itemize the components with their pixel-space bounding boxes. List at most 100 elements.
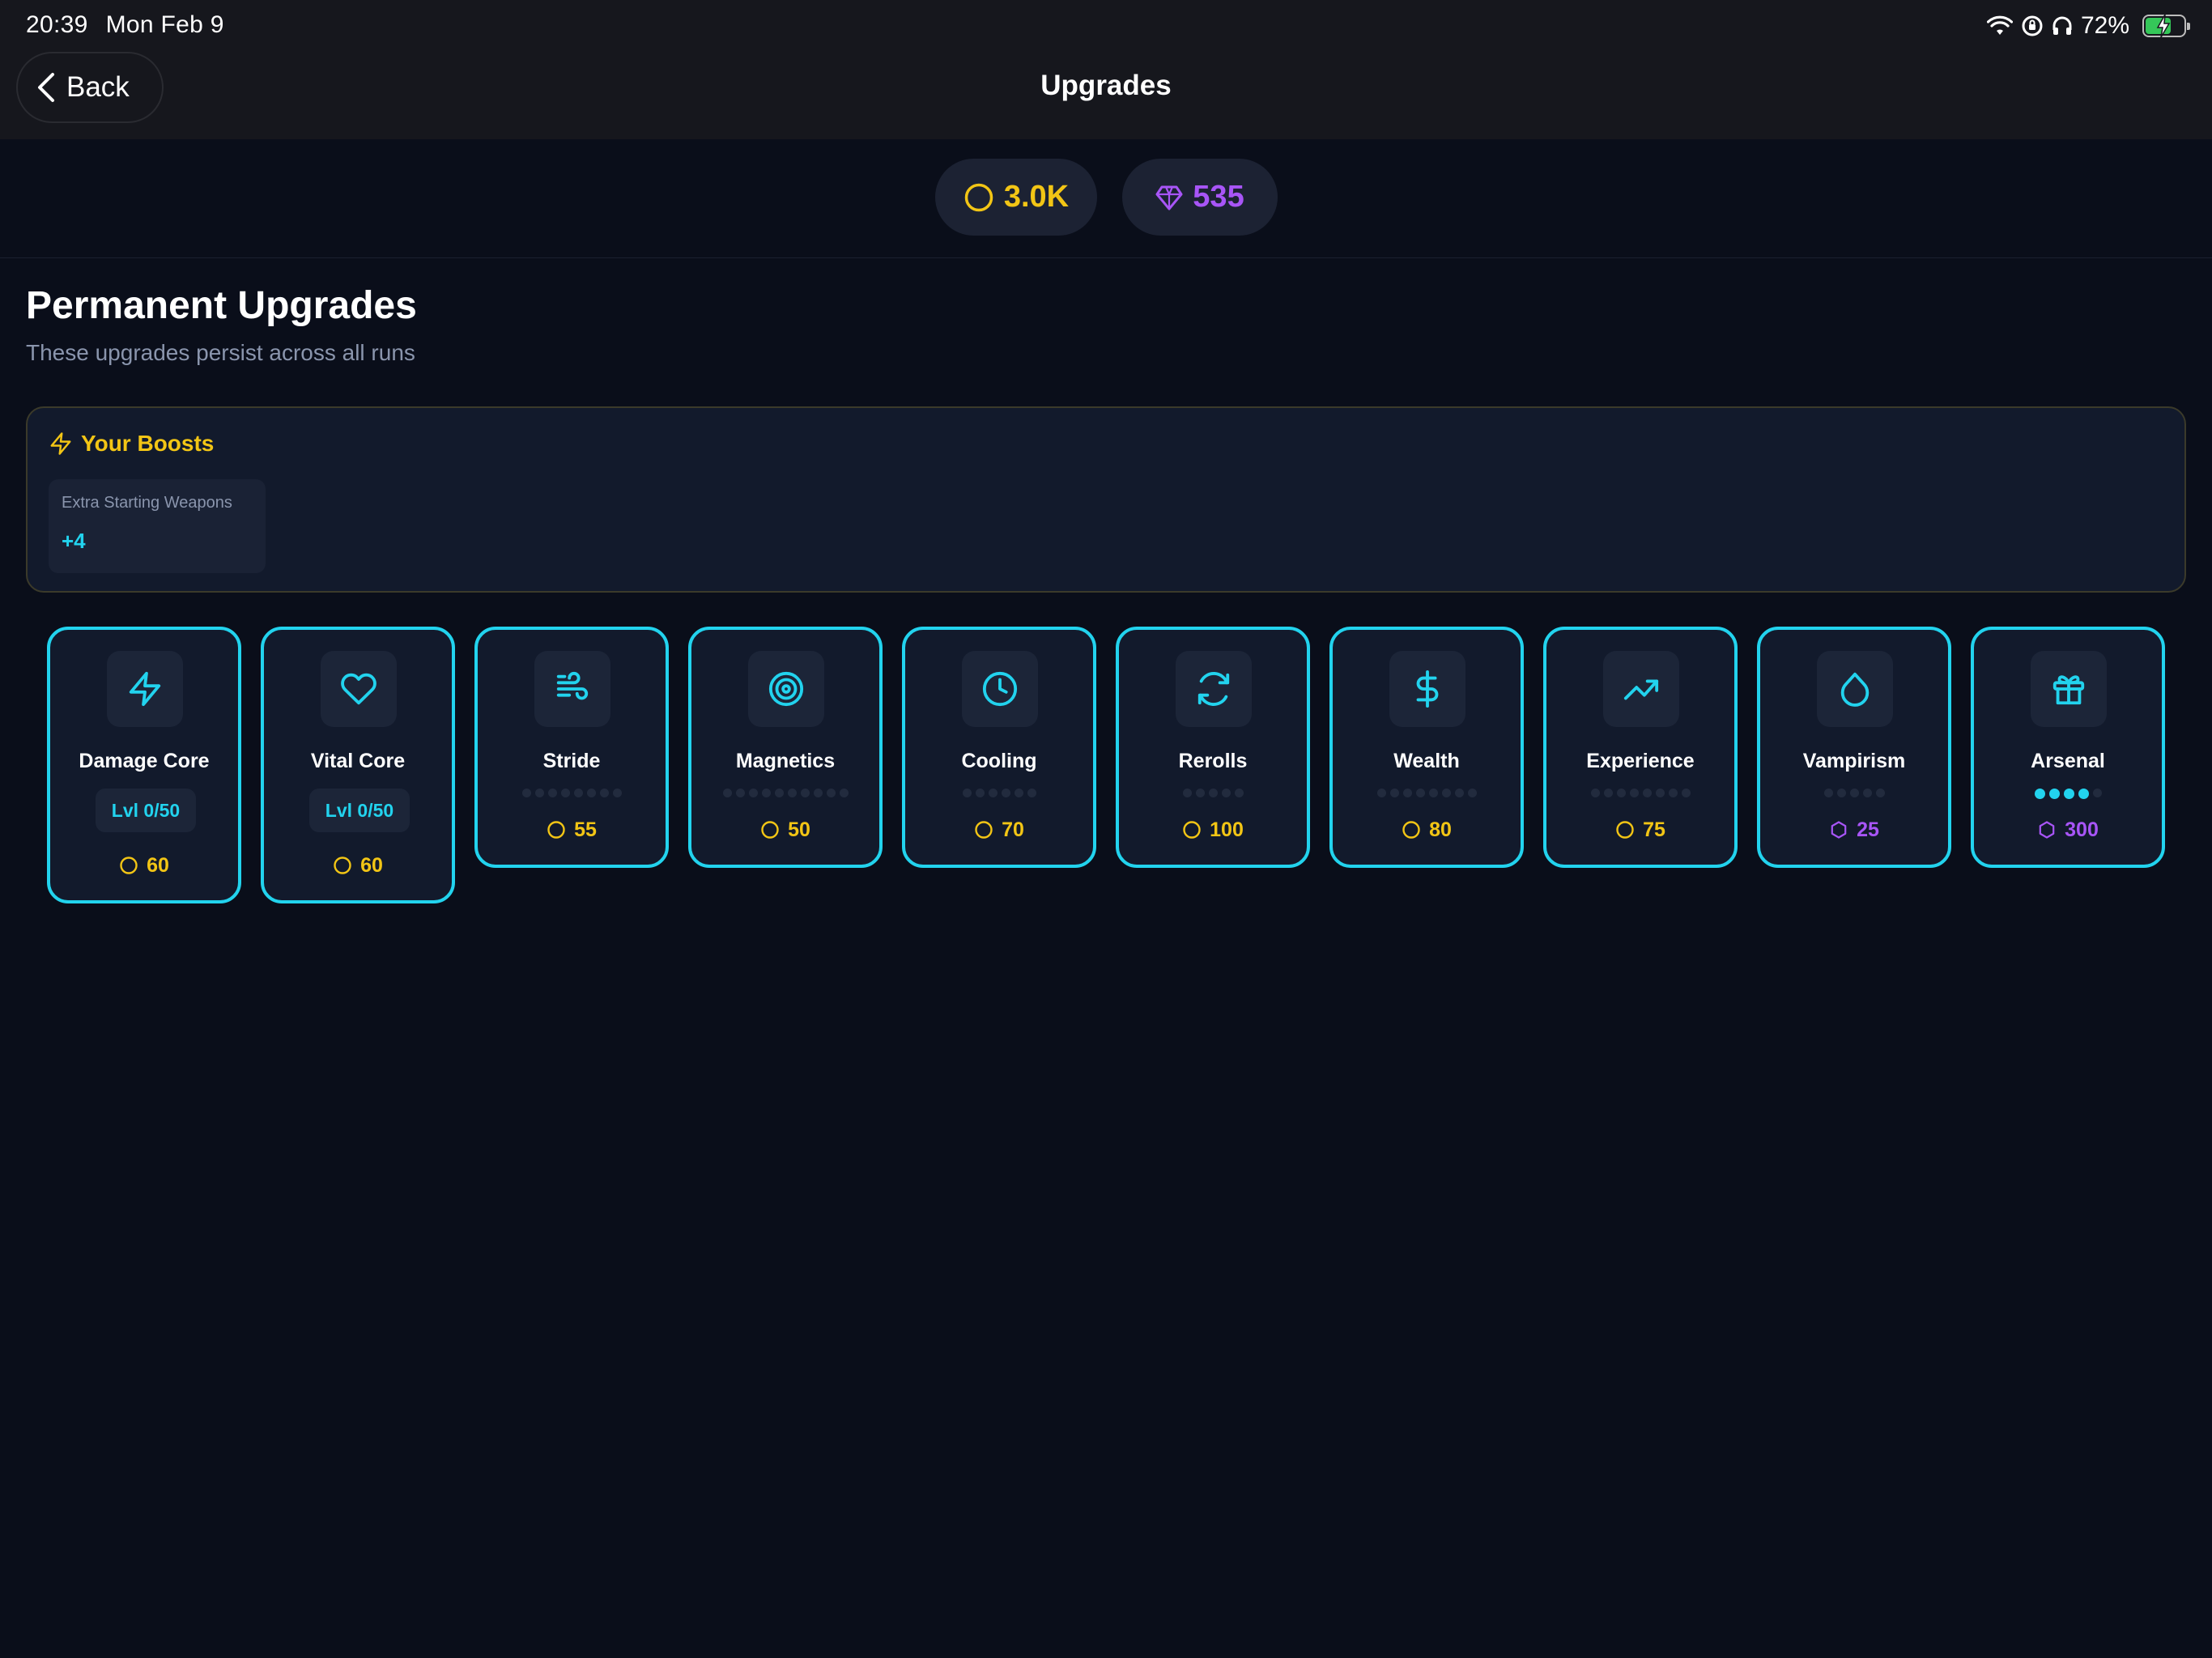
upgrade-card-magnetics[interactable]: Magnetics 50: [688, 627, 883, 868]
progress-dot: [962, 789, 972, 797]
upgrade-progress-dots: [1119, 789, 1307, 798]
progress-dot: [560, 789, 570, 797]
upgrade-name: Magnetics: [735, 750, 836, 772]
progress-dot: [1221, 789, 1231, 797]
upgrade-name: Stride: [542, 750, 601, 772]
progress-dot: [2034, 789, 2045, 799]
progress-dot: [1182, 789, 1192, 797]
upgrade-card-experience[interactable]: Experience 75: [1543, 627, 1738, 868]
upgrade-cost-value: 60: [147, 853, 169, 877]
progress-dot: [826, 789, 836, 797]
progress-dot: [800, 789, 810, 797]
app-root: 20:39 Mon Feb 9 72% Back Upgrades 3.0K 5…: [0, 0, 2212, 1658]
upgrade-name: Vital Core: [310, 750, 406, 772]
progress-dot: [1655, 789, 1665, 797]
coin-icon: [761, 821, 779, 839]
upgrade-icon-box: [1389, 651, 1465, 727]
upgrade-card-damage-core[interactable]: Damage Core Lvl 0/50 60: [47, 627, 241, 903]
upgrade-icon-box: [1817, 651, 1893, 727]
coin-icon: [120, 857, 138, 874]
upgrade-card-vital-core[interactable]: Vital Core Lvl 0/50 60: [261, 627, 455, 903]
upgrade-cost-value: 55: [574, 818, 597, 841]
progress-dot: [813, 789, 823, 797]
boost-chip: Extra Starting Weapons +4: [49, 479, 266, 573]
progress-dot: [1823, 789, 1833, 797]
currency-bar: 3.0K 535: [0, 139, 2212, 258]
upgrade-progress-dots: [478, 789, 666, 798]
progress-dot: [735, 789, 745, 797]
upgrade-card-arsenal[interactable]: Arsenal 300: [1971, 627, 2165, 868]
hexagon-gem-icon: [2039, 821, 2055, 839]
top-bar: 20:39 Mon Feb 9 72% Back Upgrades: [0, 0, 2212, 139]
coin-icon: [1183, 821, 1201, 839]
progress-dot: [1001, 789, 1010, 797]
upgrade-cost: 100: [1119, 816, 1307, 844]
refresh-icon: [1197, 672, 1230, 706]
progress-dot: [1681, 789, 1691, 797]
section-title: Permanent Upgrades: [26, 284, 417, 327]
upgrade-card-vampirism[interactable]: Vampirism 25: [1757, 627, 1951, 868]
upgrade-cost-value: 100: [1210, 818, 1244, 841]
progress-dot: [1428, 789, 1438, 797]
bolt-icon: [50, 432, 71, 455]
battery-icon: [2142, 14, 2190, 38]
upgrade-cost: 60: [50, 852, 238, 879]
upgrade-cost-value: 50: [788, 818, 810, 841]
wifi-icon: [1986, 15, 2013, 35]
upgrade-cost: 60: [264, 852, 452, 879]
upgrade-card-stride[interactable]: Stride 55: [474, 627, 669, 868]
upgrade-card-rerolls[interactable]: Rerolls 100: [1116, 627, 1310, 868]
upgrade-icon-box: [321, 651, 397, 727]
progress-dot: [2078, 789, 2089, 799]
progress-dot: [748, 789, 758, 797]
progress-dot: [2048, 789, 2060, 799]
progress-dot: [722, 789, 732, 797]
droplet-icon: [1840, 672, 1870, 707]
page-title: Upgrades: [1040, 70, 1172, 101]
upgrade-icon-box: [748, 651, 824, 727]
upgrade-name: Arsenal: [2031, 750, 2105, 772]
target-icon: [768, 671, 804, 707]
upgrade-cost: 75: [1546, 816, 1734, 844]
progress-dot: [1862, 789, 1872, 797]
progress-dot: [1415, 789, 1425, 797]
progress-dot: [1208, 789, 1218, 797]
progress-dot: [1668, 789, 1678, 797]
upgrade-icon-box: [107, 651, 183, 727]
upgrade-cost: 55: [478, 816, 666, 844]
coin-icon: [1616, 821, 1634, 839]
progress-dot: [1014, 789, 1023, 797]
upgrade-name: Cooling: [961, 750, 1037, 772]
upgrade-cost: 25: [1760, 816, 1948, 844]
progress-dot: [988, 789, 998, 797]
progress-dot: [1389, 789, 1399, 797]
gem-amount: 535: [1193, 180, 1244, 214]
heart-icon: [341, 673, 376, 705]
upgrade-progress-dots: [1760, 789, 1948, 798]
progress-dot: [1376, 789, 1386, 797]
upgrade-progress-dots: [1333, 789, 1521, 798]
upgrade-icon-box: [1603, 651, 1679, 727]
upgrade-cost-value: 60: [360, 853, 383, 877]
progress-dot: [1454, 789, 1464, 797]
upgrade-name: Vampirism: [1802, 750, 1906, 772]
section-subtitle: These upgrades persist across all runs: [26, 340, 415, 365]
upgrade-cost: 50: [691, 816, 879, 844]
progress-dot: [534, 789, 544, 797]
upgrade-cost-value: 70: [1002, 818, 1024, 841]
progress-dot: [573, 789, 583, 797]
boosts-panel: Your Boosts Extra Starting Weapons +4: [26, 406, 2186, 593]
upgrade-card-wealth[interactable]: Wealth 80: [1329, 627, 1524, 868]
coin-icon: [547, 821, 565, 839]
upgrade-cost: 300: [1974, 816, 2162, 844]
upgrade-cost-value: 300: [2065, 818, 2099, 841]
upgrade-card-cooling[interactable]: Cooling 70: [902, 627, 1096, 868]
upgrade-cost-value: 25: [1857, 818, 1879, 841]
progress-dot: [1875, 789, 1885, 797]
coin-icon: [1402, 821, 1420, 839]
progress-dot: [599, 789, 609, 797]
progress-dot: [1027, 789, 1036, 797]
charging-bolt-icon: [2156, 14, 2171, 38]
progress-dot: [774, 789, 784, 797]
boosts-title: Your Boosts: [81, 431, 215, 456]
